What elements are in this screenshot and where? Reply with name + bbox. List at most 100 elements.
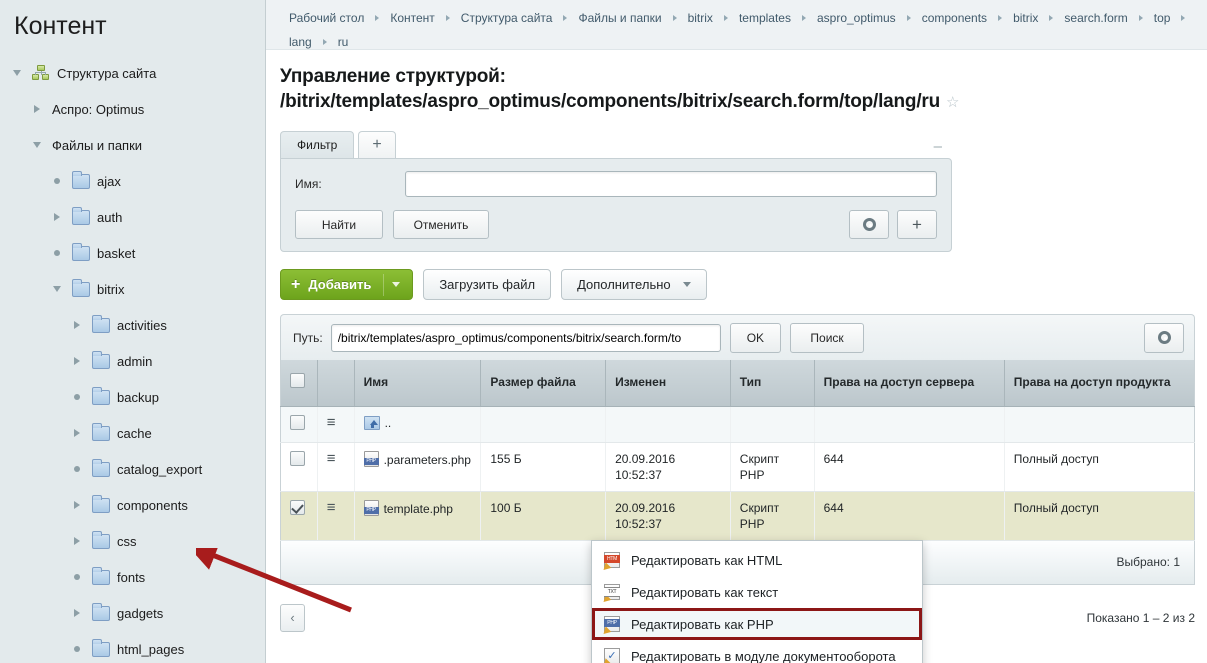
tree-item-ajax[interactable]: ajax bbox=[0, 163, 265, 199]
file-name-cell[interactable]: .. bbox=[354, 406, 482, 443]
pager-prev-button[interactable]: ‹ bbox=[280, 603, 305, 632]
select-all-checkbox[interactable] bbox=[290, 373, 305, 389]
collapse-filter-icon[interactable]: – bbox=[934, 139, 942, 154]
add-filter-tab-button[interactable]: + bbox=[358, 131, 396, 159]
table-row[interactable]: ≡.. bbox=[280, 406, 1195, 443]
collapse-arrow-icon[interactable] bbox=[28, 142, 46, 148]
row-checkbox[interactable] bbox=[290, 414, 305, 430]
row-checkbox[interactable] bbox=[290, 450, 305, 466]
breadcrumb-item[interactable]: Контент bbox=[381, 6, 443, 30]
path-ok-button[interactable]: OK bbox=[729, 322, 782, 353]
column-header-6[interactable]: Права на доступ сервера bbox=[814, 360, 1005, 407]
breadcrumb-item[interactable]: bitrix bbox=[1004, 6, 1047, 30]
tree-item-auth[interactable]: auth bbox=[0, 199, 265, 235]
tree-item-gadgets[interactable]: gadgets bbox=[0, 595, 265, 631]
collapse-arrow-icon[interactable] bbox=[8, 70, 26, 76]
expand-arrow-icon[interactable] bbox=[48, 213, 66, 221]
file-name-cell[interactable]: .parameters.php bbox=[354, 442, 482, 492]
tree-item-components[interactable]: components bbox=[0, 487, 265, 523]
path-input[interactable] bbox=[330, 323, 721, 352]
add-button-dropdown[interactable] bbox=[383, 273, 401, 296]
breadcrumb-item[interactable]: aspro_optimus bbox=[808, 6, 905, 30]
expand-arrow-icon[interactable] bbox=[68, 429, 86, 437]
context-menu-item[interactable]: Редактировать как PHP bbox=[592, 608, 922, 640]
row-menu-cell[interactable]: ≡ bbox=[317, 491, 355, 541]
file-table: Имя Размер файла Изменен Тип Права на доступ… bbox=[280, 360, 1195, 541]
add-button[interactable]: + Добавить bbox=[280, 269, 414, 300]
expand-arrow-icon[interactable] bbox=[68, 501, 86, 509]
select-all-header[interactable] bbox=[280, 360, 318, 407]
column-header-2[interactable]: Имя bbox=[354, 360, 482, 407]
favorite-star-icon[interactable]: ☆ bbox=[946, 94, 959, 111]
expand-arrow-icon[interactable] bbox=[28, 105, 46, 113]
column-header-3[interactable]: Размер файла bbox=[480, 360, 607, 407]
row-menu-icon[interactable]: ≡ bbox=[327, 414, 336, 431]
tree-item-activities[interactable]: activities bbox=[0, 307, 265, 343]
row-menu-cell[interactable]: ≡ bbox=[317, 406, 355, 443]
expand-arrow-icon[interactable] bbox=[68, 357, 86, 365]
row-select-cell[interactable] bbox=[280, 442, 318, 492]
tree-item--optimus[interactable]: Аспро: Optimus bbox=[0, 91, 265, 127]
table-row[interactable]: ≡ .parameters.php 155 Б20.09.2016 10:52:37… bbox=[280, 442, 1195, 492]
main-content: Рабочий стол Контент Структура сайта Файлы … bbox=[266, 0, 1207, 663]
breadcrumb-item[interactable]: Рабочий стол bbox=[280, 6, 373, 30]
tree-item-html_pages[interactable]: html_pages bbox=[0, 631, 265, 663]
row-menu-icon[interactable]: ≡ bbox=[327, 499, 336, 516]
tree-item-backup[interactable]: backup bbox=[0, 379, 265, 415]
filter-name-input[interactable] bbox=[405, 171, 937, 197]
breadcrumb-item[interactable]: bitrix bbox=[679, 6, 722, 30]
column-header-7[interactable]: Права на доступ продукта bbox=[1004, 360, 1195, 407]
upload-file-label: Загрузить файл bbox=[439, 277, 536, 292]
tree-item-admin[interactable]: admin bbox=[0, 343, 265, 379]
breadcrumb-item[interactable]: templates bbox=[730, 6, 800, 30]
leaf-dot-icon bbox=[68, 394, 86, 400]
tree-item-catalog_export[interactable]: catalog_export bbox=[0, 451, 265, 487]
tree-item-bitrix[interactable]: bitrix bbox=[0, 271, 265, 307]
tree-item-basket[interactable]: basket bbox=[0, 235, 265, 271]
breadcrumb-item[interactable]: search.form bbox=[1055, 6, 1136, 30]
find-button[interactable]: Найти bbox=[295, 210, 383, 239]
path-search-button[interactable]: Поиск bbox=[790, 322, 865, 353]
cell-product-rights bbox=[1004, 406, 1195, 443]
row-menu-cell[interactable]: ≡ bbox=[317, 442, 355, 492]
file-name-cell[interactable]: template.php bbox=[354, 491, 482, 541]
gear-icon bbox=[1157, 331, 1171, 344]
row-menu-icon[interactable]: ≡ bbox=[327, 450, 336, 467]
page-title-line1: Управление структурой: bbox=[280, 66, 506, 87]
tree-item-cache[interactable]: cache bbox=[0, 415, 265, 451]
tree-item--[interactable]: Файлы и папки bbox=[0, 127, 265, 163]
cell-server-rights: 644 bbox=[814, 491, 1005, 541]
collapse-arrow-icon[interactable] bbox=[48, 286, 66, 292]
tree-item--[interactable]: Структура сайта bbox=[0, 55, 265, 91]
row-checkbox[interactable] bbox=[290, 499, 305, 515]
filter-add-button[interactable]: + bbox=[897, 210, 937, 239]
row-select-cell[interactable] bbox=[280, 406, 318, 443]
row-select-cell[interactable] bbox=[280, 491, 318, 541]
expand-arrow-icon[interactable] bbox=[68, 537, 86, 545]
cancel-filter-button[interactable]: Отменить bbox=[393, 210, 489, 239]
tree-item-label: Файлы и папки bbox=[52, 137, 143, 153]
tree-item-fonts[interactable]: fonts bbox=[0, 559, 265, 595]
tree-item-css[interactable]: css bbox=[0, 523, 265, 559]
expand-arrow-icon[interactable] bbox=[68, 609, 86, 617]
tab-filter[interactable]: Фильтр bbox=[280, 131, 355, 159]
upload-file-button[interactable]: Загрузить файл bbox=[423, 269, 552, 300]
admin-page: Контент Структура сайта Аспро: Optimus Фай… bbox=[0, 0, 1207, 663]
more-actions-button[interactable]: Дополнительно bbox=[561, 269, 707, 300]
breadcrumb-item[interactable]: top bbox=[1145, 6, 1180, 30]
cell-modified: 20.09.2016 10:52:37 bbox=[605, 491, 731, 541]
filter-settings-button[interactable] bbox=[849, 210, 889, 239]
context-menu-item[interactable]: Редактировать как HTML bbox=[592, 544, 922, 576]
breadcrumb-item[interactable]: components bbox=[913, 6, 996, 30]
column-header-4[interactable]: Изменен bbox=[605, 360, 731, 407]
breadcrumb-item[interactable]: Файлы и папки bbox=[569, 6, 670, 30]
breadcrumb-item[interactable]: Структура сайта bbox=[452, 6, 562, 30]
table-row[interactable]: ≡ template.php 100 Б20.09.2016 10:52:37Скр… bbox=[280, 491, 1195, 541]
column-header-5[interactable]: Тип bbox=[730, 360, 815, 407]
context-menu-item[interactable]: Редактировать в модуле документооборота bbox=[592, 640, 922, 663]
folder-icon bbox=[92, 566, 110, 585]
tree-item-label: bitrix bbox=[97, 281, 125, 297]
grid-settings-button[interactable] bbox=[1144, 322, 1184, 353]
context-menu-item[interactable]: Редактировать как текст bbox=[592, 576, 922, 608]
expand-arrow-icon[interactable] bbox=[68, 321, 86, 329]
